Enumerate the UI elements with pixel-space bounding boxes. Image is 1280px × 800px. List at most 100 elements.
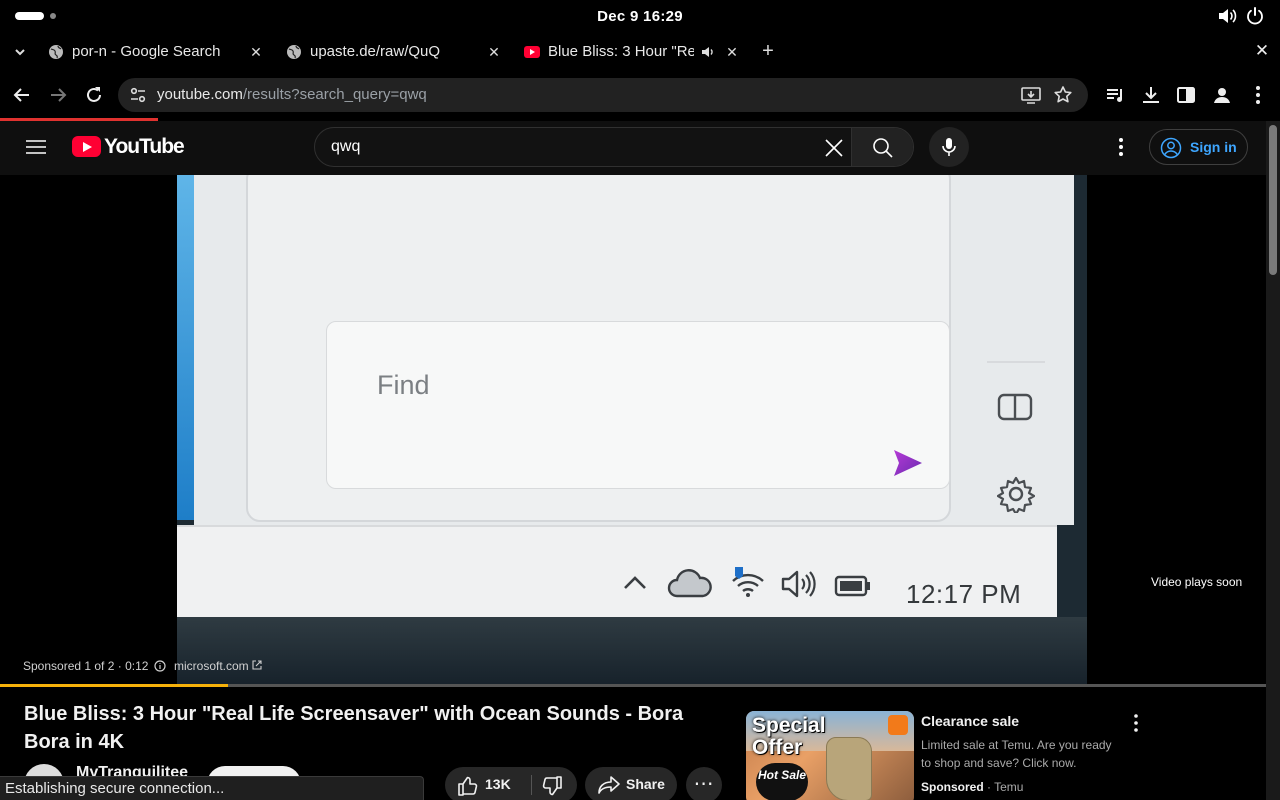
browser-menu-icon[interactable] — [1247, 84, 1269, 106]
ad-thumbnail-boot — [826, 737, 872, 800]
sign-in-button[interactable]: Sign in — [1149, 129, 1248, 165]
like-count[interactable]: 13K — [485, 776, 511, 792]
video-taskbar: 12:17 PM — [177, 525, 1057, 617]
ad-sponsored-info[interactable]: Sponsored 1 of 2 · 0:12 — [23, 659, 172, 673]
chevron-down-icon[interactable] — [10, 43, 30, 61]
youtube-favicon-icon — [524, 46, 540, 58]
address-bar[interactable]: youtube.com/results?search_query=qwq — [118, 78, 1088, 112]
like-divider — [531, 775, 532, 795]
video-desk-background — [177, 617, 1087, 686]
tab-google-search[interactable]: por-n - Google Search ✕ — [48, 32, 268, 72]
ad-domain-link[interactable]: microsoft.com — [174, 659, 262, 673]
wifi-icon — [732, 567, 764, 597]
new-tab-button[interactable]: + — [758, 41, 778, 61]
video-taskbar-clock: 12:17 PM — [906, 579, 1022, 609]
account-circle-icon — [1160, 137, 1182, 159]
screen: Dec 9 16:29 por-n - Google Search ✕ upas… — [0, 0, 1280, 800]
youtube-header: YouTube Sign in — [0, 121, 1266, 175]
video-divider — [987, 361, 1045, 363]
youtube-wordmark: YouTube — [104, 135, 185, 158]
forward-arrow-icon[interactable] — [47, 84, 69, 106]
ad-progress-fill — [0, 684, 228, 687]
ad-title[interactable]: Clearance sale — [921, 713, 1019, 729]
share-arrow-icon — [598, 776, 620, 794]
speaker-icon — [781, 570, 816, 598]
hamburger-menu-icon[interactable] — [26, 138, 46, 156]
clear-search-icon[interactable] — [823, 137, 845, 159]
search-box — [314, 127, 914, 167]
gear-icon — [997, 476, 1035, 513]
youtube-play-icon — [72, 136, 101, 157]
video-player[interactable]: Find 12:17 PM Video plays soon Sponsored… — [0, 175, 1266, 687]
more-actions-button[interactable]: ⋯ — [686, 767, 722, 800]
ad-thumbnail-badge: Hot Sale — [756, 763, 808, 800]
tab-close-button[interactable]: ✕ — [486, 43, 502, 61]
ad-advertiser: Temu — [994, 780, 1024, 794]
video-screen-content: Find — [194, 175, 1074, 525]
search-icon — [873, 138, 893, 158]
tab-upaste[interactable]: upaste.de/raw/QuQ ✕ — [286, 32, 506, 72]
chevron-up-icon — [624, 576, 646, 589]
ad-thumbnail[interactable]: Special Offer Hot Sale — [746, 711, 914, 800]
ad-domain-text: microsoft.com — [174, 659, 249, 673]
ad-more-icon[interactable] — [1126, 713, 1146, 733]
browser-toolbar: youtube.com/results?search_query=qwq — [0, 72, 1280, 118]
profile-icon[interactable] — [1211, 84, 1233, 106]
like-dislike-group: 13K — [445, 767, 577, 800]
media-playlist-icon[interactable] — [1104, 84, 1126, 106]
page-scrollbar[interactable] — [1266, 121, 1280, 800]
tab-title: por-n - Google Search — [72, 43, 221, 60]
send-arrow-icon — [894, 450, 922, 476]
ad-sponsored-text: Sponsored 1 of 2 · 0:12 — [23, 659, 149, 673]
split-view-icon — [997, 393, 1033, 421]
power-icon[interactable] — [1246, 7, 1264, 25]
ad-description[interactable]: Limited sale at Temu. Are you ready to s… — [921, 736, 1121, 772]
video-find-text: Find — [377, 370, 430, 400]
tab-title: Blue Bliss: 3 Hour "Real — [548, 43, 694, 60]
bookmark-star-icon[interactable] — [1053, 85, 1073, 105]
tab-youtube-active[interactable]: Blue Bliss: 3 Hour "Real ✕ — [524, 32, 744, 72]
globe-icon — [287, 45, 301, 59]
tab-close-button[interactable]: ✕ — [248, 43, 264, 61]
cloud-icon — [667, 569, 712, 598]
url-domain: youtube.com — [157, 86, 243, 103]
video-title: Blue Bliss: 3 Hour "Real Life Screensave… — [24, 703, 684, 753]
ad-progress-bar[interactable] — [0, 684, 1266, 687]
scrollbar-thumb[interactable] — [1269, 125, 1277, 275]
thumbs-up-icon[interactable] — [457, 775, 479, 797]
side-panel-icon[interactable] — [1175, 84, 1197, 106]
ad-thumbnail-headline: Special Offer — [752, 714, 826, 759]
voice-search-button[interactable] — [929, 127, 969, 167]
reload-icon[interactable] — [83, 84, 105, 106]
search-button[interactable] — [851, 128, 913, 166]
ad-video-frame[interactable]: Find 12:17 PM — [177, 175, 1087, 686]
settings-more-icon[interactable] — [1110, 135, 1132, 159]
tab-title: upaste.de/raw/QuQ — [310, 43, 441, 60]
video-find-box: Find — [326, 321, 950, 489]
more-actions-label: ⋯ — [693, 773, 715, 795]
info-icon[interactable] — [154, 660, 167, 672]
volume-icon[interactable] — [1217, 7, 1237, 25]
tab-close-button[interactable]: ✕ — [724, 43, 740, 61]
youtube-logo[interactable]: YouTube — [72, 135, 185, 159]
sign-in-label: Sign in — [1190, 139, 1237, 155]
browser-status-bubble: Establishing secure connection... — [0, 776, 424, 800]
ad-sponsored-label: Sponsored — [921, 780, 984, 794]
video-wallpaper-edge — [177, 175, 194, 520]
video-plays-soon-label: Video plays soon — [1151, 575, 1243, 589]
globe-icon — [49, 45, 63, 59]
microphone-icon — [942, 138, 956, 156]
download-icon[interactable] — [1140, 84, 1162, 106]
back-arrow-icon[interactable] — [11, 84, 33, 106]
thumbs-down-icon[interactable] — [541, 775, 563, 797]
audio-playing-icon[interactable] — [701, 45, 715, 59]
external-link-icon — [252, 660, 262, 670]
install-app-icon[interactable] — [1021, 86, 1041, 104]
temu-logo-icon — [888, 715, 908, 735]
site-settings-icon[interactable] — [129, 86, 147, 104]
system-clock[interactable]: Dec 9 16:29 — [0, 8, 1280, 25]
window-close-button[interactable]: ✕ — [1252, 41, 1272, 61]
url-text[interactable]: youtube.com/results?search_query=qwq — [157, 86, 427, 103]
share-button[interactable]: Share — [585, 767, 677, 800]
search-input[interactable] — [331, 128, 811, 166]
